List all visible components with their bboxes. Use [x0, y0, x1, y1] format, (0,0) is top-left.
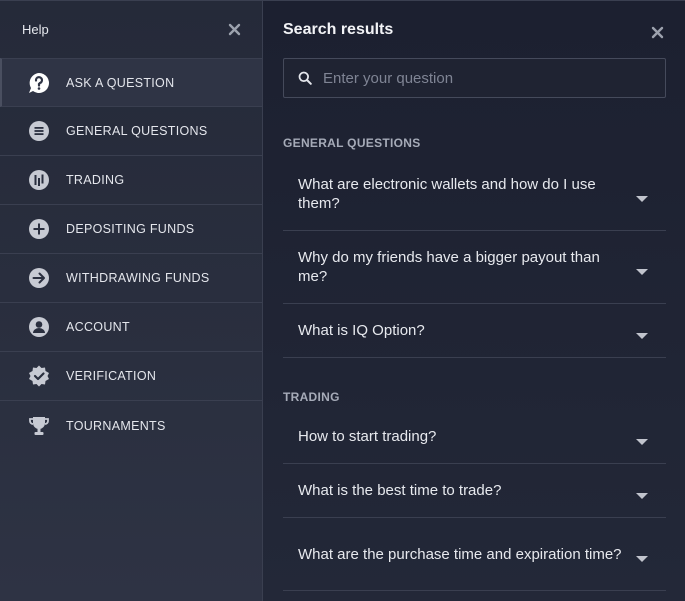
page-title: Search results — [283, 20, 394, 38]
sidebar-item-label: DEPOSITING FUNDS — [66, 222, 195, 236]
question-circle-icon — [28, 72, 50, 94]
sidebar-item-depositing-funds[interactable]: DEPOSITING FUNDS — [0, 205, 262, 254]
faq-item[interactable]: What are electronic wallets and how do I… — [283, 158, 666, 231]
sidebar-title: Help — [22, 22, 49, 37]
chevron-down-icon — [636, 263, 648, 275]
sidebar-item-label: ASK A QUESTION — [66, 75, 175, 90]
section-title-trading: TRADING — [283, 390, 340, 404]
sidebar-item-tournaments[interactable]: TOURNAMENTS — [0, 401, 262, 450]
sidebar-item-account[interactable]: ACCOUNT — [0, 303, 262, 352]
sidebar-item-label: WITHDRAWING FUNDS — [66, 271, 210, 285]
sidebar-close-icon[interactable] — [226, 22, 242, 38]
faq-item[interactable]: What are the purchase time and expiratio… — [283, 518, 666, 591]
sidebar-item-trading[interactable]: TRADING — [0, 156, 262, 205]
faq-question: Why do my friends have a bigger payout t… — [298, 249, 600, 285]
search-box — [283, 58, 666, 98]
search-icon — [298, 71, 312, 85]
faq-item[interactable]: What is IQ Option? — [283, 304, 666, 358]
faq-question: What is IQ Option? — [298, 322, 425, 339]
panel-close-icon[interactable] — [649, 24, 665, 40]
user-circle-icon — [28, 316, 50, 338]
sidebar: Help ASK A QUESTION GENERAL QUESTIONS TR… — [0, 0, 263, 601]
sidebar-header: Help — [0, 0, 262, 58]
chevron-down-icon — [636, 433, 648, 445]
sidebar-nav: ASK A QUESTION GENERAL QUESTIONS TRADING… — [0, 58, 262, 450]
faq-list-trading: How to start trading? What is the best t… — [283, 410, 666, 591]
trophy-icon — [28, 415, 50, 437]
sidebar-item-label: ACCOUNT — [66, 320, 130, 334]
section-title-general-questions: GENERAL QUESTIONS — [283, 136, 421, 150]
faq-question: What are electronic wallets and how do I… — [298, 176, 596, 212]
sidebar-item-label: VERIFICATION — [66, 369, 157, 383]
sidebar-item-general-questions[interactable]: GENERAL QUESTIONS — [0, 107, 262, 156]
sidebar-item-label: TOURNAMENTS — [66, 418, 166, 433]
search-results-panel: Search results GENERAL QUESTIONS What ar… — [263, 0, 685, 601]
help-app: Help ASK A QUESTION GENERAL QUESTIONS TR… — [0, 0, 685, 601]
chevron-down-icon — [636, 487, 648, 499]
sidebar-item-verification[interactable]: VERIFICATION — [0, 352, 262, 401]
sidebar-item-withdrawing-funds[interactable]: WITHDRAWING FUNDS — [0, 254, 262, 303]
faq-list-general: What are electronic wallets and how do I… — [283, 158, 666, 358]
badge-check-icon — [28, 365, 50, 387]
plus-circle-icon — [28, 218, 50, 240]
faq-item[interactable]: How to start trading? — [283, 410, 666, 464]
search-input[interactable] — [323, 59, 665, 97]
chevron-down-icon — [636, 327, 648, 339]
chart-bars-icon — [28, 169, 50, 191]
sidebar-item-label: GENERAL QUESTIONS — [66, 124, 208, 138]
chevron-down-icon — [636, 550, 648, 562]
main-header: Search results — [283, 1, 666, 58]
faq-item[interactable]: Why do my friends have a bigger payout t… — [283, 231, 666, 304]
faq-question: What is the best time to trade? — [298, 482, 502, 499]
arrow-right-circle-icon — [28, 267, 50, 289]
faq-item[interactable]: What is the best time to trade? — [283, 464, 666, 518]
faq-question: How to start trading? — [298, 428, 437, 445]
faq-question: What are the purchase time and expiratio… — [298, 545, 622, 563]
sidebar-item-ask-a-question[interactable]: ASK A QUESTION — [0, 58, 262, 107]
chevron-down-icon — [636, 190, 648, 202]
sidebar-item-label: TRADING — [66, 173, 125, 187]
list-icon — [28, 120, 50, 142]
